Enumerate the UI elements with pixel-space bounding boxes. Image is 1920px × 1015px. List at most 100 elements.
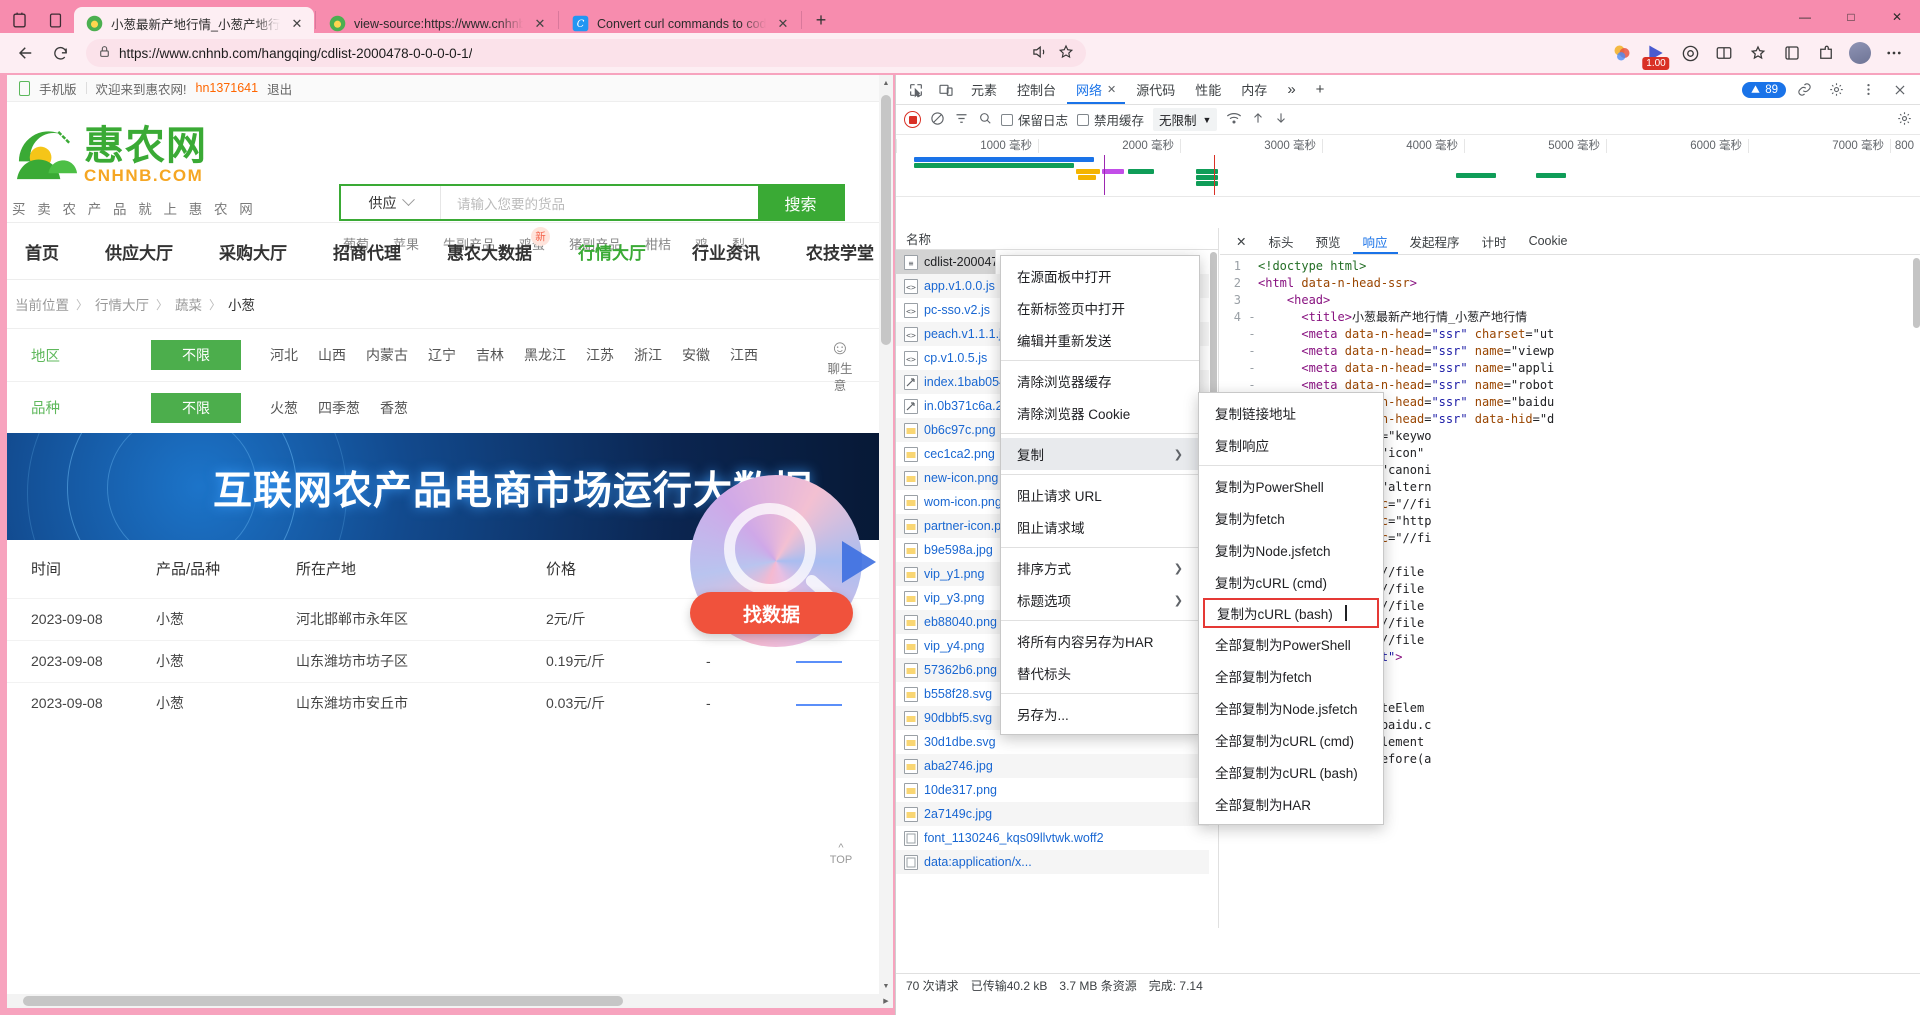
filter-all-region[interactable]: 不限 <box>151 340 241 370</box>
copilot-icon[interactable] <box>1674 38 1706 68</box>
back-to-top-button[interactable]: ^ TOP <box>821 842 861 866</box>
close-window-button[interactable]: ✕ <box>1874 0 1920 33</box>
issues-badge[interactable]: 89 <box>1742 81 1786 98</box>
minimize-button[interactable]: — <box>1782 0 1828 33</box>
export-har-icon[interactable] <box>1274 111 1288 128</box>
site-logo[interactable]: 惠农网 CNHNB.COM <box>15 124 207 187</box>
menu-item[interactable]: 排序方式 ❯ <box>1001 552 1199 584</box>
request-row[interactable]: data:application/x... <box>896 850 1218 874</box>
search-button[interactable]: 搜索 <box>758 186 843 219</box>
tab-response[interactable]: 响应 <box>1353 228 1398 254</box>
search-icon[interactable] <box>978 111 992 128</box>
filter-option[interactable]: 火葱 <box>270 398 298 418</box>
menu-item[interactable]: 编辑并重新发送 <box>1001 324 1199 356</box>
scrollbar-thumb[interactable] <box>1913 258 1920 328</box>
record-button[interactable] <box>904 111 921 128</box>
find-data-button[interactable]: 找数据 <box>690 592 853 634</box>
browser-extensions-icon[interactable] <box>1810 38 1842 68</box>
menu-item[interactable]: 复制为cURL (bash) <box>1203 598 1379 628</box>
request-row[interactable]: 10de317.png <box>896 778 1218 802</box>
menu-item[interactable]: 复制链接地址 <box>1199 397 1383 429</box>
disable-cache-checkbox[interactable]: 禁用缓存 <box>1077 110 1144 129</box>
scroll-right-arrow[interactable]: ▶ <box>879 994 893 1008</box>
menu-item[interactable]: 复制为Node.jsfetch <box>1199 534 1383 566</box>
back-arrow-icon[interactable] <box>10 38 42 68</box>
close-devtools-icon[interactable] <box>1886 78 1914 102</box>
table-row[interactable]: 2023-09-08 小葱 山东潍坊市安丘市 0.03元/斤 - <box>7 681 879 724</box>
filter-option[interactable]: 内蒙古 <box>366 345 408 365</box>
filter-option[interactable]: 山西 <box>318 345 346 365</box>
menu-item[interactable]: 在新标签页中打开 <box>1001 292 1199 324</box>
menu-item[interactable]: 阻止请求域 <box>1001 511 1199 543</box>
scrollbar-thumb[interactable] <box>881 95 891 345</box>
menu-item[interactable]: 全部复制为cURL (bash) <box>1199 756 1383 788</box>
maximize-button[interactable]: □ <box>1828 0 1874 33</box>
tab-actions-icon[interactable] <box>6 7 32 33</box>
mobile-version-link[interactable]: 手机版 <box>39 79 77 98</box>
network-settings-icon[interactable] <box>1897 111 1912 129</box>
nav-item-market[interactable]: 行情大厅 <box>578 239 646 264</box>
menu-item[interactable]: 全部复制为fetch <box>1199 660 1383 692</box>
settings-gear-icon[interactable] <box>1822 78 1850 102</box>
tab-overflow-icon[interactable]: » <box>1278 75 1304 104</box>
preserve-log-checkbox[interactable]: 保留日志 <box>1001 110 1068 129</box>
import-har-icon[interactable] <box>1251 111 1265 128</box>
reload-icon[interactable] <box>44 38 76 68</box>
nav-item-academy[interactable]: 农技学堂 <box>806 239 874 264</box>
request-row[interactable]: 2a7149c.jpg <box>896 802 1218 826</box>
request-row[interactable]: aba2746.jpg <box>896 754 1218 778</box>
favorites-bar-icon[interactable] <box>1742 38 1774 68</box>
menu-item[interactable]: 全部复制为PowerShell <box>1199 628 1383 660</box>
filter-option[interactable]: 四季葱 <box>318 398 360 418</box>
tab-headers[interactable]: 标头 <box>1258 228 1303 254</box>
fold-marker[interactable]: - <box>1246 360 1258 377</box>
filter-option[interactable]: 安徽 <box>682 345 710 365</box>
fold-marker[interactable] <box>1246 292 1258 309</box>
new-tab-button[interactable]: + <box>807 6 835 34</box>
throttling-select[interactable]: 无限制 ▼ <box>1153 108 1218 131</box>
clear-button[interactable] <box>930 111 945 129</box>
fold-marker[interactable] <box>1246 258 1258 275</box>
scroll-up-arrow[interactable]: ▲ <box>879 75 893 91</box>
add-panel-icon[interactable]: + <box>1307 75 1334 104</box>
collections-icon[interactable] <box>1776 38 1808 68</box>
menu-item[interactable]: 清除浏览器 Cookie <box>1001 397 1199 429</box>
filter-option[interactable]: 江苏 <box>586 345 614 365</box>
filter-option[interactable]: 辽宁 <box>428 345 456 365</box>
vertical-tabs-icon[interactable] <box>42 7 68 33</box>
fold-marker[interactable]: - <box>1246 343 1258 360</box>
address-bar[interactable]: https://www.cnhnb.com/hangqing/cdlist-20… <box>86 39 1086 67</box>
tab-initiator[interactable]: 发起程序 <box>1400 228 1470 254</box>
more-settings-icon[interactable] <box>1878 38 1910 68</box>
menu-item[interactable]: 标题选项 ❯ <box>1001 584 1199 616</box>
read-aloud-icon[interactable] <box>1031 45 1048 62</box>
tab-elements[interactable]: 元素 <box>962 75 1006 104</box>
tab-memory[interactable]: 内存 <box>1232 75 1276 104</box>
menu-item[interactable]: 替代标头 <box>1001 657 1199 689</box>
favorite-star-icon[interactable] <box>1058 44 1074 63</box>
tab-performance[interactable]: 性能 <box>1186 75 1230 104</box>
menu-item[interactable]: 复制响应 <box>1199 429 1383 461</box>
netlist-column-header[interactable]: 名称 <box>896 228 1218 250</box>
menu-item[interactable]: 将所有内容另存为HAR <box>1001 625 1199 657</box>
profile-avatar[interactable] <box>1844 38 1876 68</box>
filter-option[interactable]: 香葱 <box>380 398 408 418</box>
breadcrumb-item[interactable]: 蔬菜 <box>175 294 202 314</box>
context-menu-primary[interactable]: 在源面板中打开 在新标签页中打开 编辑并重新发送 清除浏览器缓存 清除浏览器 Cooki… <box>1000 255 1200 735</box>
menu-item[interactable]: 复制为fetch <box>1199 502 1383 534</box>
tab-close-icon[interactable]: ✕ <box>531 15 549 33</box>
split-screen-icon[interactable] <box>1708 38 1740 68</box>
request-row[interactable]: ≡ cdlist-2000478-0-0-0-0-1/ <box>896 250 996 274</box>
menu-item[interactable]: 复制为cURL (cmd) <box>1199 566 1383 598</box>
search-input[interactable]: 请输入您要的货品 <box>441 186 758 219</box>
scroll-down-arrow[interactable]: ▼ <box>879 978 893 994</box>
menu-item[interactable]: 清除浏览器缓存 <box>1001 365 1199 397</box>
menu-item[interactable]: 复制为PowerShell <box>1199 470 1383 502</box>
context-menu-copy-submenu[interactable]: 复制链接地址 复制响应复制为PowerShell 复制为fetch 复制为Node.j… <box>1198 392 1384 825</box>
page-horizontal-scrollbar[interactable]: ▶ <box>7 994 893 1008</box>
filter-option[interactable]: 江西 <box>730 345 758 365</box>
device-toolbar-icon[interactable] <box>932 78 960 102</box>
username-link[interactable]: hn1371641 <box>196 81 259 95</box>
breadcrumb-item[interactable]: 行情大厅 <box>95 294 149 314</box>
menu-item[interactable]: 复制 ❯ <box>1001 438 1199 470</box>
